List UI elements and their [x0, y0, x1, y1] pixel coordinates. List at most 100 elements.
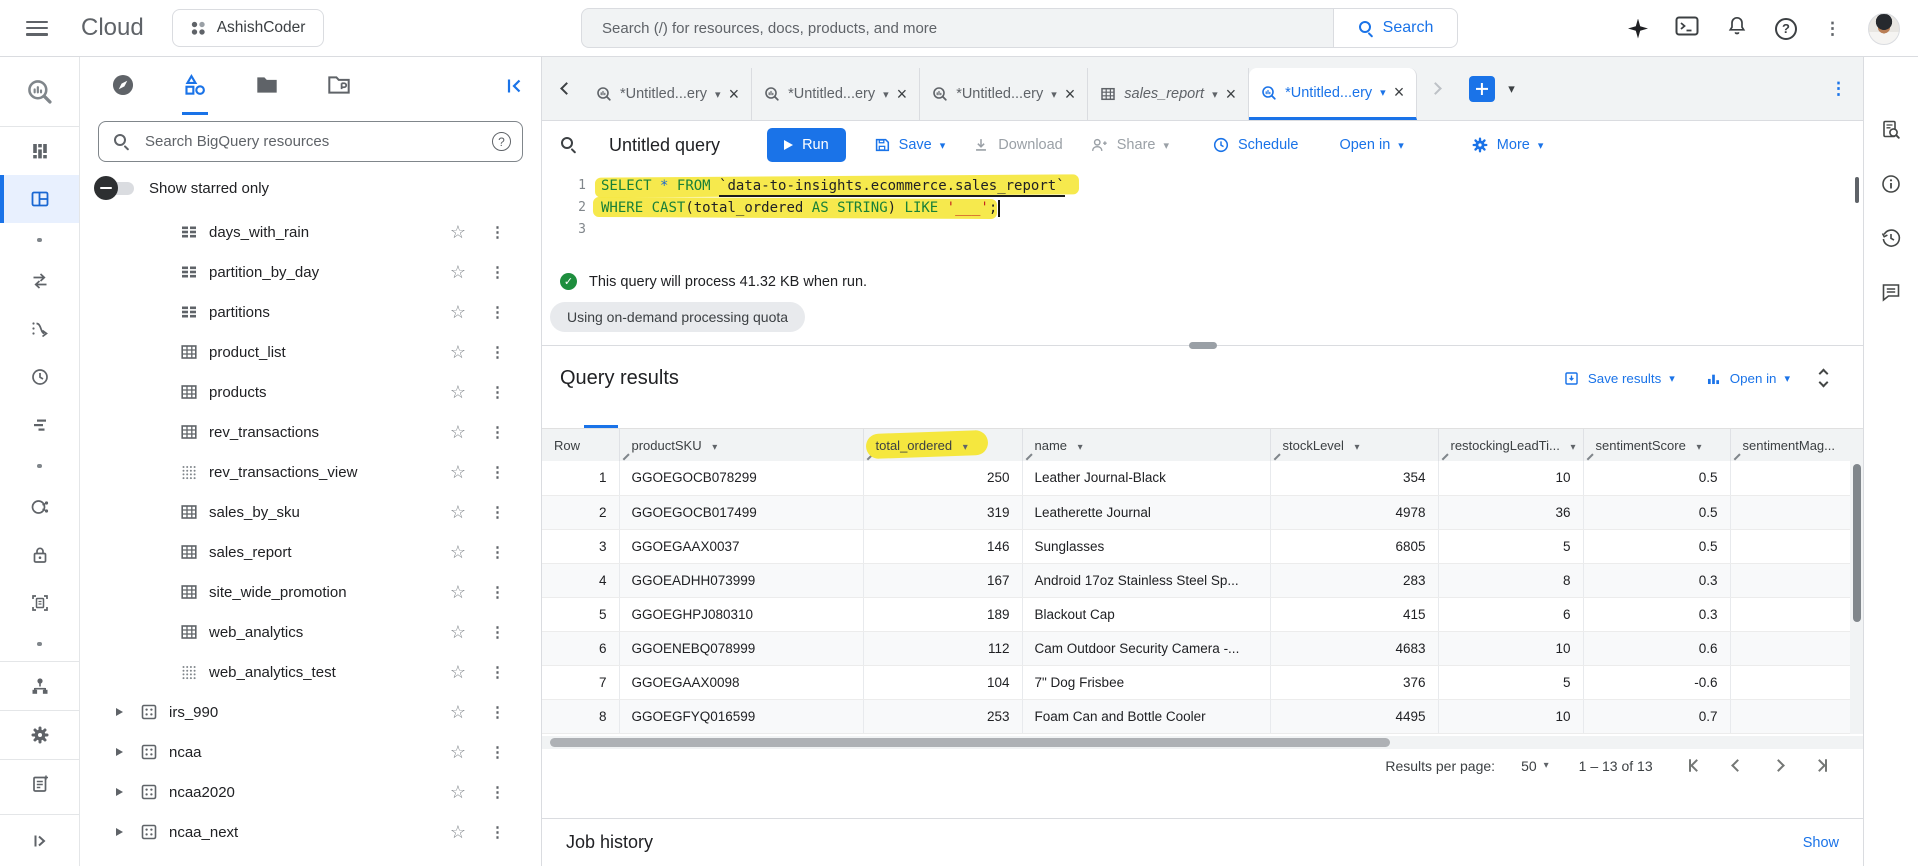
star-icon[interactable] [450, 742, 466, 763]
results-tab[interactable] [618, 403, 652, 428]
results-tab[interactable] [720, 403, 754, 428]
tree-item-table[interactable]: web_analytics_test [80, 652, 541, 692]
release-notes-icon[interactable] [0, 760, 79, 808]
column-header[interactable]: productSKU [618, 429, 863, 461]
column-header[interactable]: sentimentScore [1582, 429, 1730, 461]
global-search-input[interactable] [581, 8, 1333, 48]
table-row[interactable]: 7 GGOEGAAX0098 104 7" Dog Frisbee 376 5 -0.6 [542, 665, 1863, 700]
explorer-tab-resources-icon[interactable] [182, 57, 208, 115]
editor-tab[interactable]: *Untitled...ery [1249, 68, 1418, 120]
search-button[interactable]: Search [1333, 8, 1458, 48]
column-header[interactable]: sentimentMag... [1729, 429, 1863, 461]
open-in-button[interactable]: Open in [1339, 137, 1403, 153]
collapsed-section-dot[interactable] [0, 449, 79, 483]
close-tab-icon[interactable] [1226, 84, 1237, 105]
tree-item-dataset[interactable]: ncaa [80, 732, 541, 772]
sql-code[interactable]: SELECT * FROM `data-to-insights.ecommerc… [586, 174, 1080, 265]
collapse-panel-icon[interactable] [503, 57, 525, 115]
tree-item-table[interactable]: sales_report [80, 532, 541, 572]
tree-item-table[interactable]: web_analytics [80, 612, 541, 652]
settings-gear-icon[interactable] [0, 711, 79, 759]
item-menu-icon[interactable] [490, 783, 505, 801]
close-tab-icon[interactable] [729, 84, 740, 105]
item-menu-icon[interactable] [490, 263, 505, 281]
menu-icon[interactable] [26, 20, 48, 36]
governance-lock-icon[interactable] [0, 531, 79, 579]
item-menu-icon[interactable] [490, 343, 505, 361]
column-header[interactable]: Row [542, 429, 619, 461]
item-menu-icon[interactable] [490, 663, 505, 681]
close-tab-icon[interactable] [1065, 84, 1076, 105]
more-options-icon[interactable] [1824, 19, 1841, 39]
star-icon[interactable] [450, 262, 466, 283]
column-header[interactable]: name [1021, 429, 1270, 461]
item-menu-icon[interactable] [490, 703, 505, 721]
explorer-tab-projects-icon[interactable] [326, 57, 352, 115]
drag-handle[interactable] [1188, 342, 1217, 349]
explorer-tab-compass-icon[interactable] [110, 57, 136, 115]
feedback-icon[interactable] [1880, 281, 1902, 308]
editor-tab[interactable]: *Untitled...ery [584, 68, 753, 120]
tab-menu-caret-icon[interactable] [1380, 86, 1386, 99]
tree-item-table[interactable]: products [80, 372, 541, 412]
results-tab[interactable] [584, 403, 618, 428]
results-tab[interactable] [686, 403, 720, 428]
info-icon[interactable] [1880, 173, 1902, 200]
vertical-scrollbar[interactable] [1850, 461, 1863, 734]
tab-scroll-left-icon[interactable] [548, 82, 584, 95]
more-button[interactable]: More [1471, 136, 1544, 154]
tab-menu-caret-icon[interactable] [1051, 88, 1057, 101]
item-menu-icon[interactable] [490, 383, 505, 401]
org-chart-icon[interactable] [0, 662, 79, 710]
dashboard-icon[interactable] [0, 127, 79, 175]
tree-item-dataset[interactable]: irs_990 [80, 692, 541, 732]
page-size-select[interactable]: 50 [1521, 758, 1549, 774]
item-menu-icon[interactable] [490, 463, 505, 481]
item-menu-icon[interactable] [490, 303, 505, 321]
table-row[interactable]: 8 GGOEGFYQ016599 253 Foam Can and Bottle Co… [542, 699, 1863, 734]
star-icon[interactable] [450, 382, 466, 403]
table-row[interactable]: 6 GGOENEBQ078999 112 Cam Outdoor Security C… [542, 631, 1863, 666]
tree-item-table[interactable]: rev_transactions [80, 412, 541, 452]
project-selector[interactable]: AshishCoder [171, 9, 325, 47]
editor-tab[interactable]: *Untitled...ery [920, 68, 1089, 120]
expand-arrow-icon[interactable] [116, 788, 123, 796]
column-header[interactable]: total_ordered [862, 429, 1022, 461]
item-menu-icon[interactable] [490, 423, 505, 441]
new-tab-caret-icon[interactable] [1508, 81, 1515, 97]
show-starred-toggle[interactable] [94, 176, 136, 200]
editor-tab[interactable]: sales_report [1088, 68, 1250, 120]
star-icon[interactable] [450, 622, 466, 643]
expand-results-icon[interactable] [1818, 368, 1829, 388]
item-menu-icon[interactable] [490, 623, 505, 641]
star-icon[interactable] [450, 582, 466, 603]
editor-tab[interactable]: *Untitled...ery [752, 68, 921, 120]
sort-caret-icon[interactable] [1355, 442, 1360, 453]
star-icon[interactable] [450, 302, 466, 323]
tab-strip-menu-icon[interactable] [1830, 79, 1847, 99]
sort-caret-icon[interactable] [1696, 442, 1701, 453]
tab-menu-caret-icon[interactable] [1212, 88, 1218, 101]
collapsed-section-dot[interactable] [0, 627, 79, 661]
results-tab[interactable] [652, 403, 686, 428]
tab-scroll-right-icon[interactable] [1417, 82, 1453, 95]
run-button[interactable]: Run [767, 128, 846, 162]
tree-item-table[interactable]: site_wide_promotion [80, 572, 541, 612]
sql-editor[interactable]: 123 SELECT * FROM `data-to-insights.ecom… [542, 169, 1863, 265]
data-transfers-icon[interactable] [0, 257, 79, 305]
item-menu-icon[interactable] [490, 583, 505, 601]
notifications-bell-icon[interactable] [1726, 15, 1748, 42]
show-job-history-button[interactable]: Show [1803, 835, 1839, 851]
star-icon[interactable] [450, 222, 466, 243]
explorer-search-input[interactable] [98, 121, 523, 162]
sort-caret-icon[interactable] [1570, 442, 1575, 453]
pipelines-icon[interactable] [0, 305, 79, 353]
share-button[interactable]: Share [1090, 136, 1169, 154]
results-tab[interactable] [550, 403, 584, 428]
google-cloud-logo[interactable]: Cloud [74, 14, 144, 42]
history-icon[interactable] [1880, 227, 1902, 254]
table-row[interactable]: 4 GGOEADHH073999 167 Android 17oz Stainless… [542, 563, 1863, 598]
sort-caret-icon[interactable] [1078, 442, 1083, 453]
document-search-icon[interactable] [1880, 119, 1902, 146]
tree-item-table[interactable]: sales_by_sku [80, 492, 541, 532]
